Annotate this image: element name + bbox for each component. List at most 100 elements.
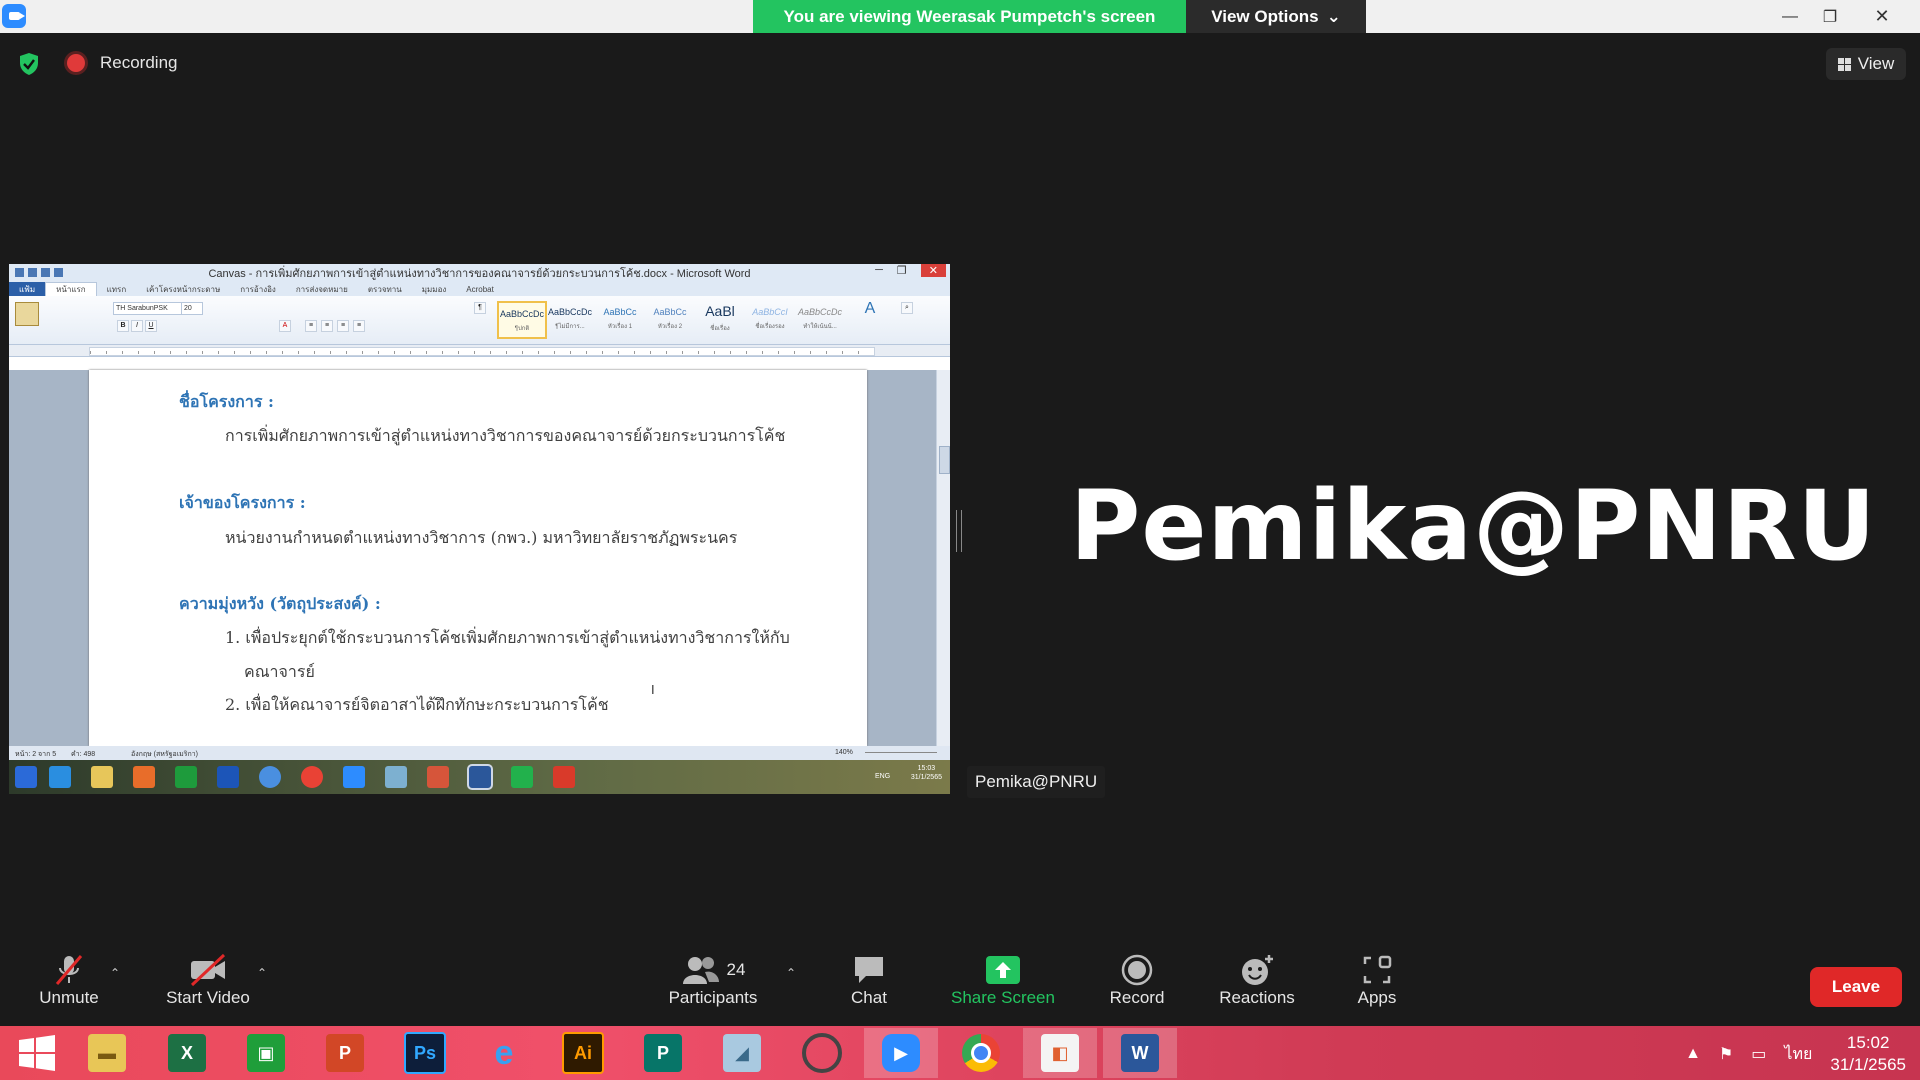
- find-icon[interactable]: ⌕: [901, 302, 913, 314]
- style-no-spacing[interactable]: AaBbCcDc ¶ไม่มีการ...: [547, 301, 593, 335]
- taskbar-hotcape[interactable]: [785, 1028, 859, 1078]
- audio-options-chevron-icon[interactable]: ⌃: [110, 966, 120, 980]
- input-language[interactable]: ไทย: [1784, 1042, 1812, 1067]
- start-button[interactable]: [0, 1028, 74, 1078]
- participants-label: Participants: [668, 988, 758, 1007]
- align-left-icon[interactable]: ≡: [305, 320, 317, 332]
- objective-2: 2. เพื่อให้คณาจารย์จิตอาสาได้ฝึกทักษะกระ…: [225, 695, 609, 714]
- ribbon-tab-file[interactable]: แฟ้ม: [9, 281, 46, 297]
- align-right-icon[interactable]: ≡: [337, 320, 349, 332]
- font-color-icon[interactable]: A: [279, 320, 291, 332]
- splitter-handle[interactable]: [956, 510, 962, 552]
- ribbon-tab-layout[interactable]: เค้าโครงหน้ากระดาษ: [136, 283, 230, 296]
- ribbon-tab-review[interactable]: ตรวจทาน: [358, 283, 412, 296]
- shared-screen[interactable]: Canvas - การเพิ่มศักยภาพการเข้าสู่ตำแหน่…: [9, 264, 950, 794]
- view-options-label: View Options: [1211, 6, 1319, 26]
- style-heading-1[interactable]: AaBbCc หัวเรื่อง 1: [597, 301, 643, 335]
- change-styles-icon[interactable]: A: [861, 300, 879, 318]
- remote-taskbar: ENG 15:03 31/1/2565: [9, 760, 950, 794]
- hotcape-icon: [802, 1033, 842, 1073]
- word-status-bar: หน้า: 2 จาก 5 คำ: 498 อังกฤษ (สหรัฐอเมริ…: [9, 746, 950, 760]
- taskbar-picture-viewer[interactable]: ◧: [1023, 1028, 1097, 1078]
- view-button[interactable]: View: [1826, 48, 1906, 80]
- taskbar-notepad[interactable]: ◢: [705, 1028, 779, 1078]
- view-options-button[interactable]: View Options ⌄: [1186, 0, 1366, 33]
- ribbon-tab-acrobat[interactable]: Acrobat: [456, 285, 504, 294]
- document-page[interactable]: ชื่อโครงการ : การเพิ่มศักยภาพการเข้าสู่ต…: [89, 370, 867, 746]
- security-shield-icon[interactable]: [18, 52, 40, 76]
- remote-notepad-icon: [385, 766, 407, 788]
- zoom-logo-icon: [2, 4, 26, 28]
- text-cursor-icon: I: [651, 682, 655, 697]
- taskbar-powerpoint[interactable]: P: [308, 1028, 382, 1078]
- participant-display-name: Pemika@PNRU: [1070, 470, 1877, 582]
- close-icon[interactable]: ✕: [1862, 0, 1902, 33]
- leave-button[interactable]: Leave: [1810, 967, 1902, 1007]
- italic-icon[interactable]: I: [131, 320, 143, 332]
- unmute-button[interactable]: Unmute: [34, 952, 104, 1008]
- taskbar-store[interactable]: ▣: [229, 1028, 303, 1078]
- taskbar-file-explorer[interactable]: ▬: [70, 1028, 144, 1078]
- objective-1-line2: คณาจารย์: [244, 662, 315, 681]
- ribbon-tab-home[interactable]: หน้าแรก: [45, 282, 97, 296]
- taskbar-excel[interactable]: X: [150, 1028, 224, 1078]
- taskbar-photoshop[interactable]: Ps: [388, 1028, 462, 1078]
- tray-expand-icon[interactable]: ▲: [1685, 1045, 1701, 1063]
- taskbar-chrome[interactable]: [944, 1028, 1018, 1078]
- taskbar-illustrator[interactable]: Ai: [546, 1028, 620, 1078]
- recording-label: Recording: [100, 53, 178, 72]
- publisher-icon: P: [644, 1034, 682, 1072]
- action-center-flag-icon[interactable]: ⚑: [1719, 1044, 1733, 1064]
- ribbon-tab-references[interactable]: การอ้างอิง: [230, 283, 286, 296]
- video-options-chevron-icon[interactable]: ⌃: [257, 966, 267, 980]
- apps-button[interactable]: Apps: [1354, 952, 1400, 1008]
- underline-icon[interactable]: U: [145, 320, 157, 332]
- pilcrow-icon[interactable]: ¶: [474, 302, 486, 314]
- status-language: อังกฤษ (สหรัฐอเมริกา): [131, 751, 198, 758]
- remote-line-icon: [511, 766, 533, 788]
- remote-zoom-icon: [343, 766, 365, 788]
- participants-button[interactable]: 24 Participants: [662, 952, 764, 1008]
- share-screen-button[interactable]: Share Screen: [947, 952, 1059, 1008]
- network-icon[interactable]: ▭: [1751, 1044, 1766, 1064]
- ribbon-tab-view[interactable]: มุมมอง: [412, 283, 457, 296]
- font-name-box[interactable]: TH SarabunPSK: [113, 302, 183, 315]
- start-video-button[interactable]: Start Video: [160, 952, 256, 1008]
- share-screen-icon: [947, 952, 1059, 988]
- participants-chevron-icon[interactable]: ⌃: [786, 966, 796, 980]
- style-title[interactable]: AaBl ชื่อเรื่อง: [697, 301, 743, 335]
- taskbar-publisher[interactable]: P: [626, 1028, 700, 1078]
- taskbar-word[interactable]: W: [1103, 1028, 1177, 1078]
- vertical-scrollbar[interactable]: [936, 370, 950, 746]
- zoom-slider[interactable]: [865, 752, 937, 753]
- justify-icon[interactable]: ≡: [353, 320, 365, 332]
- status-page: หน้า: 2 จาก 5: [15, 751, 57, 758]
- style-heading-2[interactable]: AaBbCc หัวเรื่อง 2: [647, 301, 693, 335]
- remote-store-icon: [175, 766, 197, 788]
- taskbar-zoom[interactable]: ▶: [864, 1028, 938, 1078]
- minimize-icon[interactable]: —: [1770, 0, 1810, 33]
- style-subtitle[interactable]: AaBbCcI ชื่อเรื่องรอง: [747, 301, 793, 335]
- style-emphasis[interactable]: AaBbCcDc ทำให้เน้นน้...: [797, 301, 843, 335]
- status-words: คำ: 498: [71, 751, 96, 758]
- style-name: ชื่อเรื่อง: [710, 326, 730, 332]
- taskbar-clock[interactable]: 15:02 31/1/2565: [1830, 1032, 1906, 1076]
- unmute-label: Unmute: [39, 988, 99, 1007]
- reactions-button[interactable]: Reactions: [1216, 952, 1298, 1008]
- word-window-controls: ─ ❐ ✕: [875, 264, 946, 277]
- align-center-icon[interactable]: ≡: [321, 320, 333, 332]
- internet-explorer-icon: e: [494, 1033, 514, 1072]
- paste-icon[interactable]: [15, 302, 39, 326]
- chat-bubble-icon: [843, 952, 895, 988]
- record-button[interactable]: Record: [1105, 952, 1169, 1008]
- ribbon-tab-mailings[interactable]: การส่งจดหมาย: [286, 283, 358, 296]
- style-normal[interactable]: AaBbCcDc ¶ปกติ: [497, 301, 547, 339]
- taskbar-internet-explorer[interactable]: e: [467, 1028, 541, 1078]
- chat-button[interactable]: Chat: [843, 952, 895, 1008]
- restore-icon[interactable]: ❐: [1810, 0, 1850, 33]
- ribbon-tab-insert[interactable]: แทรก: [97, 283, 137, 296]
- bold-icon[interactable]: B: [117, 320, 129, 332]
- remote-chrome-alt-icon: [259, 766, 281, 788]
- font-size-box[interactable]: 20: [181, 302, 203, 315]
- style-sample: AaBbCcDc: [797, 307, 842, 317]
